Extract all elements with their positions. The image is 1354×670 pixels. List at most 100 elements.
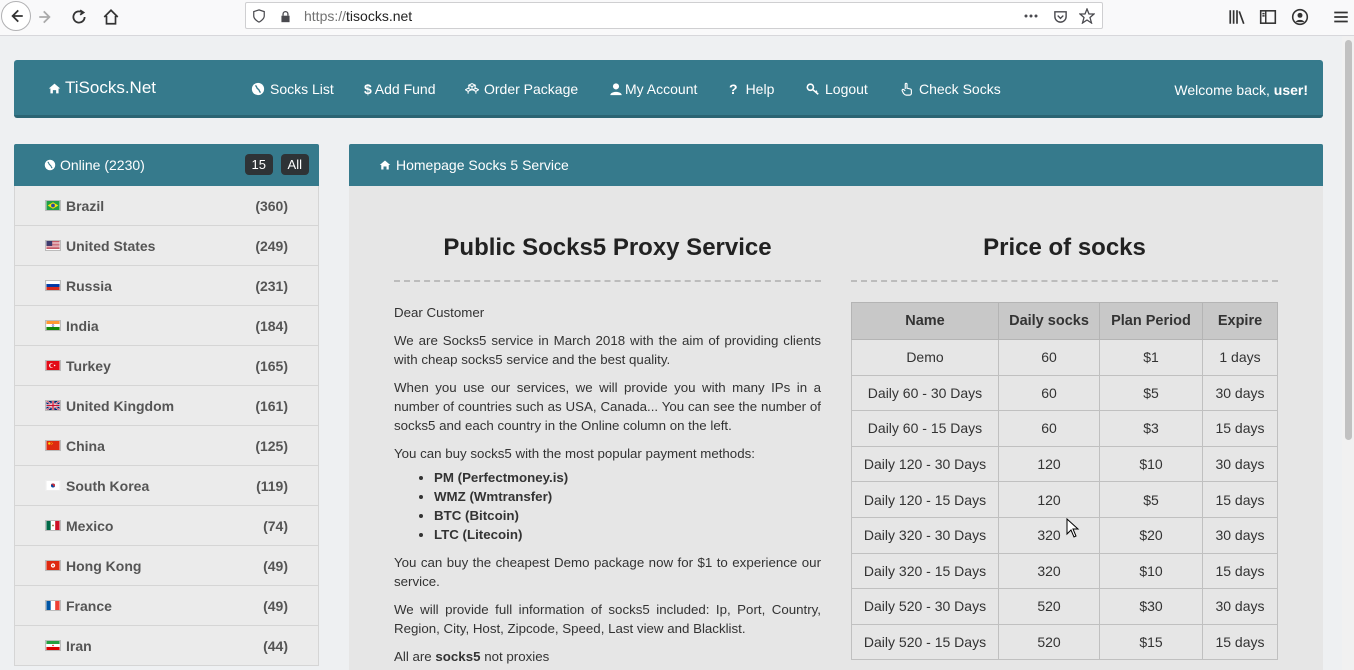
hong-kong-flag-icon: [45, 560, 61, 571]
table-cell: $1: [1099, 339, 1203, 376]
country-name: United Kingdom: [66, 397, 175, 414]
back-button[interactable]: [1, 1, 31, 31]
country-item-hong-kong[interactable]: Hong Kong (49): [14, 546, 319, 586]
sidebar-toggle-button[interactable]: [1255, 4, 1281, 30]
badge-count-button[interactable]: 15: [244, 154, 273, 175]
library-icon: [1229, 10, 1245, 25]
address-bar[interactable]: https://tisocks.net: [245, 2, 1103, 29]
country-count: (165): [255, 357, 288, 374]
home-button[interactable]: [98, 4, 124, 30]
country-item-china[interactable]: China (125): [14, 426, 319, 466]
forward-button[interactable]: [33, 4, 59, 30]
payment-paragraph: You can buy socks5 with the most popular…: [394, 446, 755, 461]
main-header-title: Homepage Socks 5 Service: [396, 157, 569, 173]
country-item-south-korea[interactable]: South Korea (119): [14, 466, 319, 506]
account-button[interactable]: [1287, 4, 1313, 30]
table-row: Daily 60 - 15 Days 60 $3 15 days: [851, 410, 1278, 447]
reload-icon: [72, 9, 86, 24]
table-cell: 30 days: [1202, 588, 1278, 625]
column-header: Plan Period: [1099, 302, 1203, 340]
country-name: Russia: [66, 277, 112, 294]
table-row: Daily 120 - 30 Days 120 $10 30 days: [851, 445, 1278, 483]
nav-logout[interactable]: Logout: [806, 81, 868, 97]
payment-method-item: PM (Perfectmoney.is): [434, 468, 821, 487]
nav-add-fund[interactable]: $ Add Fund: [364, 81, 436, 97]
nav-socks-list[interactable]: Socks List: [251, 81, 334, 97]
table-cell: 60: [998, 410, 1100, 447]
brand-name: TiSocks.Net: [65, 78, 157, 97]
country-item-mexico[interactable]: Mexico (74): [14, 506, 319, 546]
intro-paragraph: We are Socks5 service in March 2018 with…: [394, 333, 821, 367]
country-item-india[interactable]: India (184): [14, 306, 319, 346]
user-icon: [610, 83, 622, 96]
table-cell: 1 days: [1202, 339, 1278, 376]
page-scrollbar[interactable]: [1342, 36, 1354, 670]
table-cell: Daily 60 - 30 Days: [851, 374, 999, 412]
country-item-united-states[interactable]: United States (249): [14, 226, 319, 266]
nav-help[interactable]: ? Help: [729, 81, 774, 97]
country-item-iran[interactable]: Iran (44): [14, 626, 319, 666]
nav-label: Socks List: [270, 81, 334, 97]
country-item-brazil[interactable]: Brazil (360): [14, 186, 319, 226]
bookmark-star-icon[interactable]: [1078, 7, 1096, 25]
url-text[interactable]: https://tisocks.net: [304, 8, 412, 24]
country-count: (44): [263, 637, 288, 654]
table-cell: 15 days: [1202, 552, 1278, 590]
countries-paragraph: When you use our services, we will provi…: [394, 380, 821, 433]
table-cell: 15 days: [1202, 410, 1278, 447]
reload-button[interactable]: [66, 4, 92, 30]
library-button[interactable]: [1224, 4, 1250, 30]
greeting-text: Dear Customer: [394, 305, 485, 320]
nav-label: Help: [745, 81, 775, 97]
nav-check-socks[interactable]: Check Socks: [900, 81, 1001, 97]
table-cell: 320: [998, 516, 1100, 554]
pocket-icon[interactable]: [1051, 7, 1069, 25]
table-cell: Daily 320 - 30 Days: [851, 516, 999, 554]
table-cell: 120: [998, 445, 1100, 483]
service-description: Dear Customer We are Socks5 service in M…: [394, 303, 821, 666]
country-item-russia[interactable]: Russia (231): [14, 266, 319, 306]
uk-flag-icon: [45, 400, 61, 411]
table-cell: $5: [1099, 481, 1203, 518]
lock-icon[interactable]: [276, 7, 294, 25]
nav-my-account[interactable]: My Account: [609, 81, 697, 97]
brand-logo[interactable]: TiSocks.Net: [48, 78, 156, 98]
table-cell: $10: [1099, 445, 1203, 483]
country-item-turkey[interactable]: Turkey (165): [14, 346, 319, 386]
welcome-user[interactable]: user!: [1274, 82, 1308, 98]
table-cell: 30 days: [1202, 374, 1278, 412]
table-row: Daily 520 - 30 Days 520 $30 30 days: [851, 588, 1278, 625]
table-row: Daily 320 - 30 Days 320 $20 30 days: [851, 516, 1278, 554]
shield-icon[interactable]: [250, 7, 268, 25]
country-name: United States: [66, 237, 156, 254]
country-item-united-kingdom[interactable]: United Kingdom (161): [14, 386, 319, 426]
country-name: South Korea: [66, 477, 150, 494]
country-item-france[interactable]: France (49): [14, 586, 319, 626]
table-cell: $10: [1099, 552, 1203, 590]
more-actions-icon[interactable]: [1022, 7, 1040, 25]
country-count: (74): [263, 517, 288, 534]
table-cell: 320: [998, 552, 1100, 590]
country-name: France: [66, 597, 112, 614]
badge-all-button[interactable]: All: [280, 154, 309, 175]
info-paragraph: We will provide full information of sock…: [394, 602, 821, 636]
payment-method-item: WMZ (Wmtransfer): [434, 487, 821, 506]
country-count: (125): [255, 437, 288, 454]
home-icon: [48, 83, 61, 93]
column-header: Daily socks: [998, 302, 1100, 340]
country-name: Mexico: [66, 517, 114, 534]
country-count: (161): [255, 397, 288, 414]
nav-order-package[interactable]: Order Package: [465, 81, 578, 97]
country-name: China: [66, 437, 105, 454]
menu-button[interactable]: [1328, 4, 1354, 30]
india-flag-icon: [45, 320, 61, 331]
table-cell: 60: [998, 339, 1100, 376]
turkey-flag-icon: [45, 360, 61, 371]
demo-paragraph: You can buy the cheapest Demo package no…: [394, 555, 821, 589]
table-cell: Daily 520 - 30 Days: [851, 588, 999, 625]
country-name: Brazil: [66, 197, 105, 214]
country-count: (119): [256, 477, 288, 494]
scrollbar-thumb[interactable]: [1345, 40, 1352, 440]
country-name: Hong Kong: [66, 557, 142, 574]
site-navbar: TiSocks.Net Socks List $ Add Fund Order …: [14, 60, 1323, 118]
